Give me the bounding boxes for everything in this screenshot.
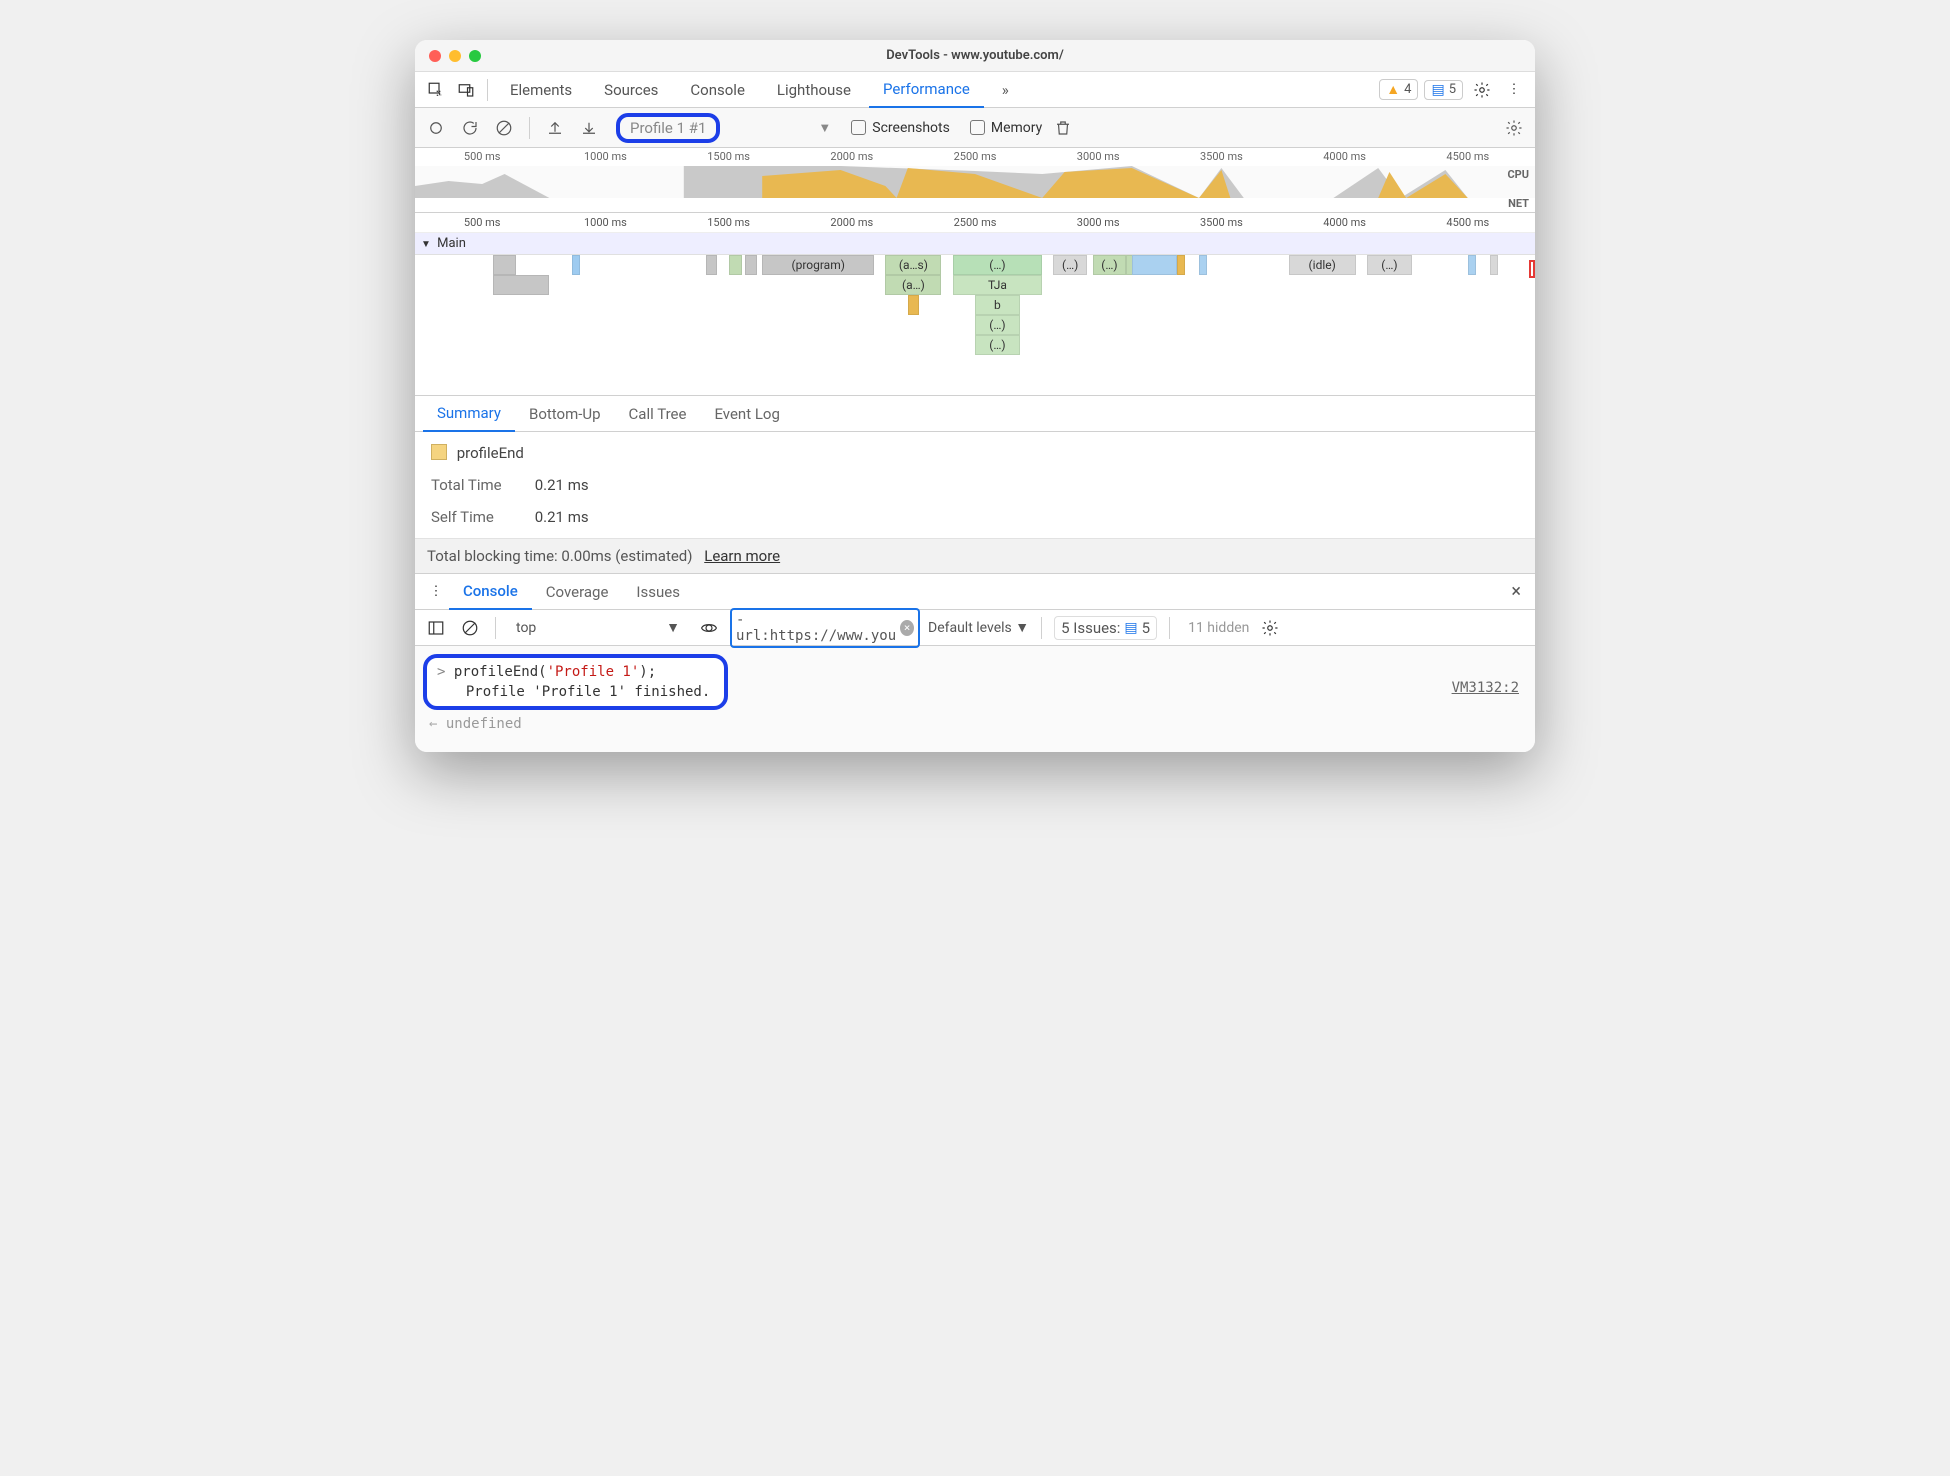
- flame-chart[interactable]: (program) (a…s) (a…) (…) TJa b (…) (…) (…: [415, 255, 1535, 395]
- dropdown-icon: ▼: [1015, 620, 1029, 636]
- console-input-line[interactable]: profileEnd('Profile 1');: [433, 662, 714, 682]
- live-expression-icon[interactable]: [696, 615, 722, 641]
- drawer-close-icon[interactable]: ×: [1505, 581, 1527, 602]
- settings-gear-icon[interactable]: [1469, 77, 1495, 103]
- devtools-window: DevTools - www.youtube.com/ Elements Sou…: [415, 40, 1535, 752]
- console-filter-value: -url:https://www.you: [736, 612, 896, 644]
- details-tab-call-tree[interactable]: Call Tree: [615, 396, 701, 432]
- console-clear-button[interactable]: [457, 615, 483, 641]
- overview-ruler: 500 ms 1000 ms 1500 ms 2000 ms 2500 ms 3…: [415, 148, 1535, 166]
- profile-name: Profile 1 #1: [630, 119, 706, 137]
- details-tab-event-log[interactable]: Event Log: [700, 396, 793, 432]
- close-window-button[interactable]: [429, 50, 441, 62]
- main-thread-track: ▼ Main (program) (a…s) (a…) (…) TJa b (……: [415, 233, 1535, 396]
- net-label: NET: [1508, 197, 1529, 210]
- summary-event-name: profileEnd: [457, 444, 524, 462]
- clear-filter-icon[interactable]: ×: [900, 620, 914, 636]
- checkbox-icon: [851, 120, 866, 135]
- details-tabs: Summary Bottom-Up Call Tree Event Log: [415, 396, 1535, 432]
- delete-profile-button[interactable]: [1050, 115, 1076, 141]
- details-tab-bottom-up[interactable]: Bottom-Up: [515, 396, 615, 432]
- console-source-link[interactable]: VM3132:2: [1452, 680, 1519, 696]
- checkbox-icon: [970, 120, 985, 135]
- drawer-more-icon[interactable]: ⋮: [423, 579, 449, 605]
- console-context-select[interactable]: top ▼: [508, 615, 688, 640]
- screenshots-checkbox[interactable]: Screenshots: [851, 120, 950, 136]
- maximize-window-button[interactable]: [469, 50, 481, 62]
- message-icon: ▤: [1124, 620, 1137, 636]
- tab-elements[interactable]: Elements: [496, 72, 586, 108]
- warnings-count: 4: [1404, 82, 1411, 97]
- summary-self-value: 0.21 ms: [535, 508, 589, 526]
- warnings-badge[interactable]: ▲ 4: [1379, 79, 1418, 100]
- drawer-tab-issues[interactable]: Issues: [622, 574, 694, 610]
- cpu-overview[interactable]: CPU: [415, 166, 1535, 198]
- more-icon[interactable]: ⋮: [1501, 77, 1527, 103]
- performance-toolbar: Profile 1 #1 ▼ Screenshots Memory: [415, 108, 1535, 148]
- summary-total-label: Total Time: [431, 476, 531, 494]
- console-issues-pill[interactable]: 5 Issues: ▤ 5: [1054, 616, 1157, 640]
- messages-badge[interactable]: ▤ 5: [1424, 80, 1463, 100]
- cpu-label: CPU: [1507, 168, 1529, 181]
- tbt-text: Total blocking time: 0.00ms (estimated): [427, 547, 693, 565]
- reload-button[interactable]: [457, 115, 483, 141]
- dropdown-icon: ▼: [666, 619, 680, 636]
- profile-selector[interactable]: Profile 1 #1: [616, 113, 720, 143]
- summary-total-value: 0.21 ms: [535, 476, 589, 494]
- console-sidebar-toggle-icon[interactable]: [423, 615, 449, 641]
- long-task-marker: [1529, 260, 1535, 278]
- titlebar: DevTools - www.youtube.com/: [415, 40, 1535, 72]
- device-toggle-icon[interactable]: [453, 77, 479, 103]
- net-overview[interactable]: NET: [415, 198, 1535, 212]
- inspect-icon[interactable]: [423, 77, 449, 103]
- overview-pane: 500 ms 1000 ms 1500 ms 2000 ms 2500 ms 3…: [415, 148, 1535, 213]
- tab-performance[interactable]: Performance: [869, 72, 984, 108]
- clear-button[interactable]: [491, 115, 517, 141]
- save-profile-button[interactable]: [576, 115, 602, 141]
- collapse-icon: ▼: [421, 239, 431, 250]
- record-button[interactable]: [423, 115, 449, 141]
- flame-ruler: 500 ms 1000 ms 1500 ms 2000 ms 2500 ms 3…: [415, 213, 1535, 233]
- main-tabbar: Elements Sources Console Lighthouse Perf…: [415, 72, 1535, 108]
- tbt-learn-more-link[interactable]: Learn more: [704, 547, 780, 565]
- warning-icon: ▲: [1386, 81, 1400, 98]
- console-body: profileEnd('Profile 1'); Profile 'Profil…: [415, 646, 1535, 752]
- load-profile-button[interactable]: [542, 115, 568, 141]
- summary-panel: profileEnd Total Time 0.21 ms Self Time …: [415, 432, 1535, 538]
- console-output-line: Profile 'Profile 1' finished.: [433, 682, 714, 702]
- tab-sources[interactable]: Sources: [590, 72, 672, 108]
- tab-lighthouse[interactable]: Lighthouse: [763, 72, 865, 108]
- memory-checkbox[interactable]: Memory: [970, 120, 1042, 136]
- console-filter-input[interactable]: -url:https://www.you ×: [730, 608, 920, 648]
- tab-console[interactable]: Console: [676, 72, 759, 108]
- tabs-overflow[interactable]: »: [988, 72, 1023, 108]
- console-settings-gear-icon[interactable]: [1257, 615, 1283, 641]
- window-title: DevTools - www.youtube.com/: [415, 48, 1535, 63]
- drawer-tabs: ⋮ Console Coverage Issues ×: [415, 574, 1535, 610]
- console-toolbar: top ▼ -url:https://www.you × Default lev…: [415, 610, 1535, 646]
- messages-count: 5: [1449, 82, 1456, 97]
- drawer-tab-console[interactable]: Console: [449, 574, 532, 610]
- message-icon: ▤: [1431, 82, 1444, 98]
- console-return-line: undefined: [423, 710, 1527, 738]
- console-levels-select[interactable]: Default levels ▼: [928, 619, 1029, 636]
- console-highlighted-block: profileEnd('Profile 1'); Profile 'Profil…: [423, 654, 728, 710]
- console-hidden-count: 11 hidden: [1188, 620, 1249, 636]
- main-track-header[interactable]: ▼ Main: [415, 233, 1535, 255]
- console-context-value: top: [516, 620, 536, 636]
- profile-dropdown-icon[interactable]: ▼: [818, 120, 831, 136]
- summary-self-label: Self Time: [431, 508, 531, 526]
- minimize-window-button[interactable]: [449, 50, 461, 62]
- summary-swatch-icon: [431, 444, 447, 460]
- capture-settings-gear-icon[interactable]: [1501, 115, 1527, 141]
- details-tab-summary[interactable]: Summary: [423, 396, 515, 432]
- total-blocking-time-bar: Total blocking time: 0.00ms (estimated) …: [415, 538, 1535, 574]
- window-controls: [415, 50, 481, 62]
- drawer-tab-coverage[interactable]: Coverage: [532, 574, 623, 610]
